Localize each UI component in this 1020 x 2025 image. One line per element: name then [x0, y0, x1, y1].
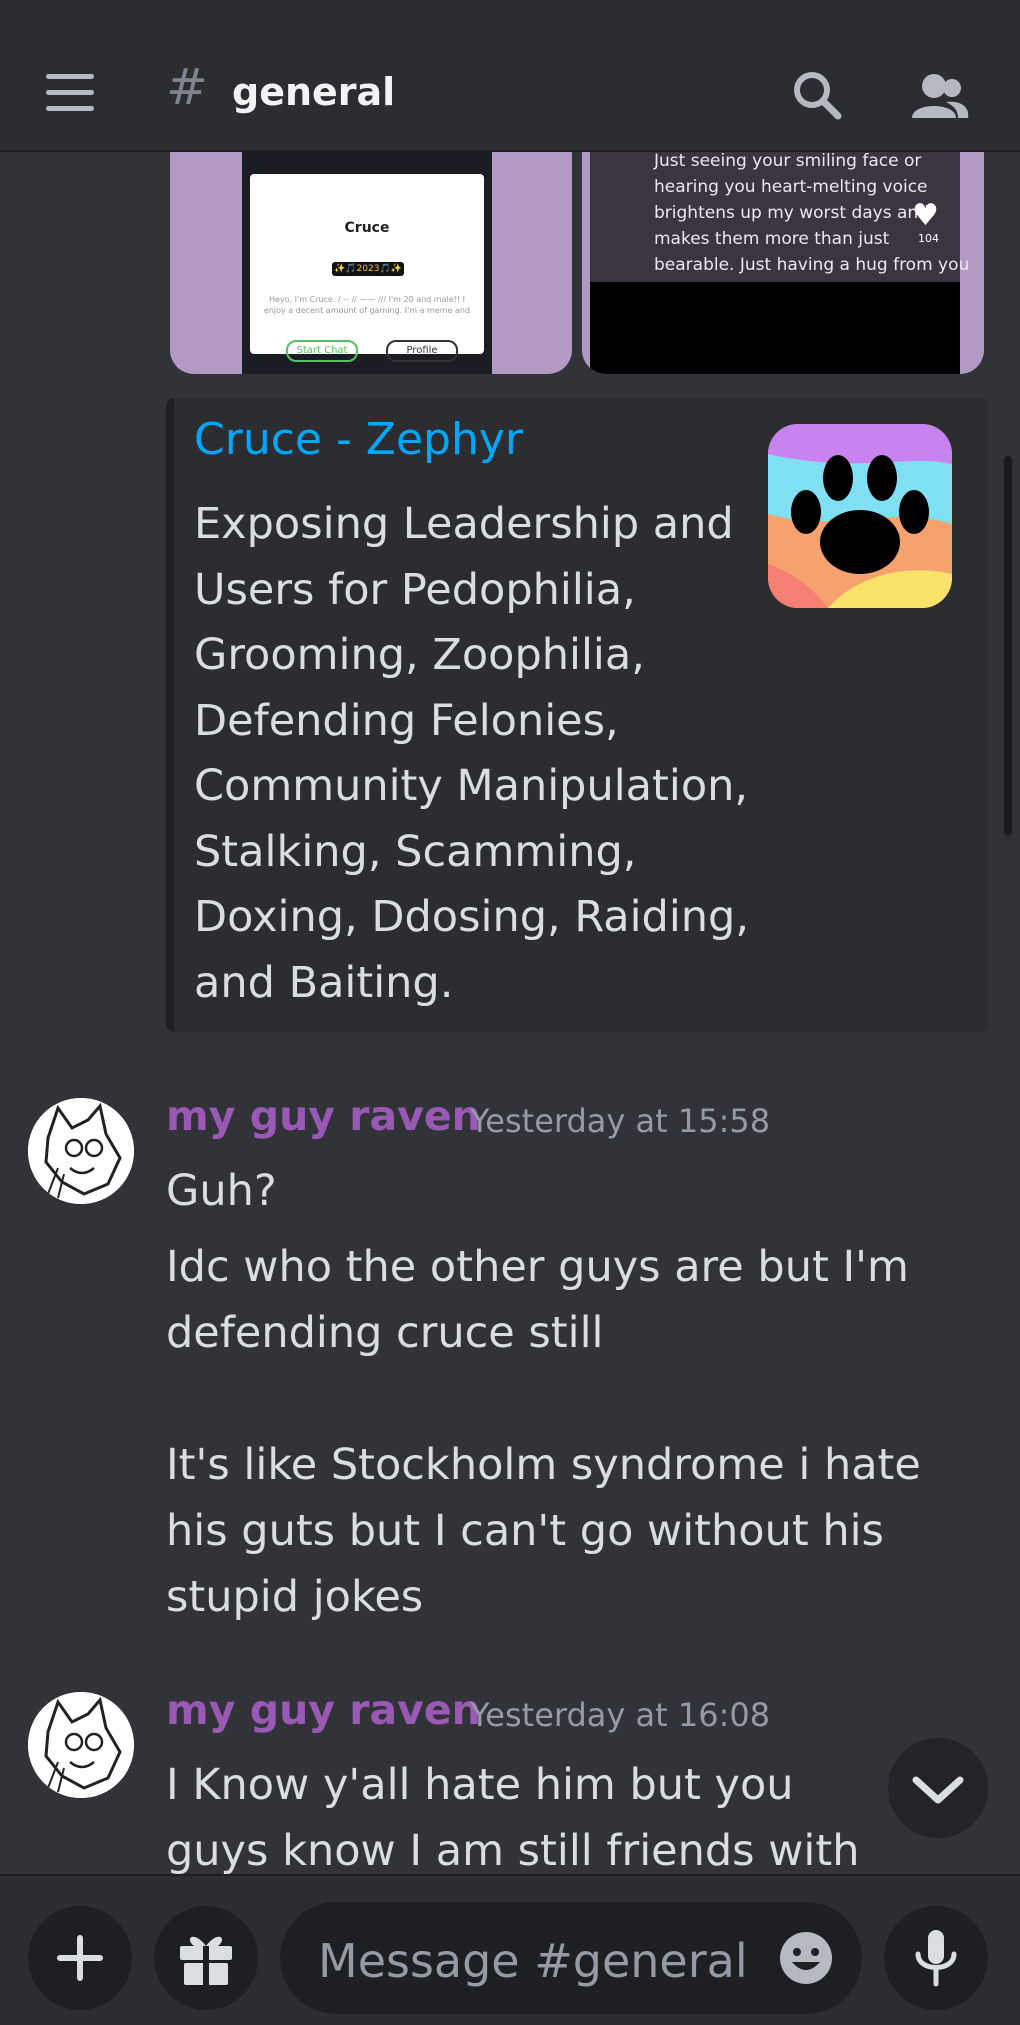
microphone-icon[interactable] — [884, 1906, 988, 2010]
image-attachment[interactable]: Cruce ✨🎵2023🎵✨ Heyo, I'm Cruce. / -- // … — [170, 152, 572, 374]
plus-icon[interactable] — [28, 1906, 132, 2010]
embed-title[interactable]: Cruce - Zephyr — [194, 414, 523, 465]
search-icon[interactable] — [788, 66, 848, 126]
message-input-placeholder: Message #general — [318, 1934, 748, 1988]
message-timestamp: Yesterday at 16:08 — [470, 1696, 771, 1734]
avatar[interactable] — [28, 1098, 134, 1204]
profile-card: Cruce ✨🎵2023🎵✨ Heyo, I'm Cruce. / -- // … — [250, 174, 484, 362]
message-input[interactable]: Message #general — [280, 1902, 862, 2014]
members-icon[interactable] — [910, 66, 970, 126]
channel-header: # general — [0, 0, 1020, 152]
message-line: Guh? — [166, 1166, 277, 1216]
hamburger-icon[interactable] — [46, 74, 94, 114]
image-attachment[interactable]: Just seeing your smiling face or hearing… — [582, 152, 984, 374]
scrollbar[interactable] — [1004, 456, 1012, 836]
profile-button: Profile — [386, 340, 458, 362]
message-author[interactable]: my guy raven — [166, 1686, 481, 1734]
channel-name[interactable]: general — [232, 70, 395, 114]
link-embed: Cruce - Zephyr Exposing Leadership and U… — [166, 398, 988, 1032]
profile-bio: Heyo, I'm Cruce. / -- // —— /// I'm 20 a… — [263, 295, 471, 315]
embed-description: Exposing Leadership and Users for Pedoph… — [194, 499, 750, 1008]
avatar[interactable] — [28, 1692, 134, 1798]
image-attachments: Cruce ✨🎵2023🎵✨ Heyo, I'm Cruce. / -- // … — [170, 152, 984, 374]
black-area — [590, 282, 960, 374]
paw-icon[interactable] — [768, 424, 952, 608]
message-timestamp: Yesterday at 15:58 — [470, 1102, 771, 1140]
message-line: Idc who the other guys are but I'm defen… — [166, 1242, 921, 1622]
gift-icon[interactable] — [154, 1906, 258, 2010]
message-author[interactable]: my guy raven — [166, 1092, 481, 1140]
channel-hash-icon: # — [166, 58, 208, 116]
chevron-down-icon[interactable] — [888, 1738, 988, 1838]
like-count: 104 — [918, 232, 939, 245]
message-composer: Message #general — [0, 1874, 1020, 2025]
profile-username: Cruce — [344, 220, 390, 236]
year-badge: ✨🎵2023🎵✨ — [332, 262, 404, 276]
heart-icon: ♥ — [912, 198, 939, 233]
emoji-icon[interactable] — [778, 1930, 834, 1986]
start-chat-button: Start Chat — [286, 340, 358, 362]
